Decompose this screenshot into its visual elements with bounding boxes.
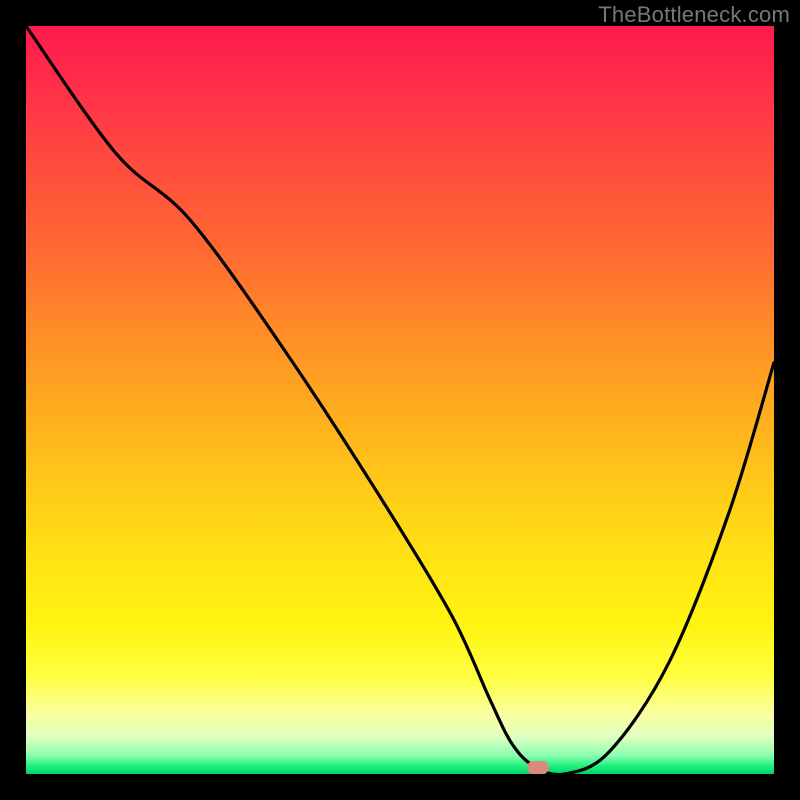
curve-path [26,26,774,775]
watermark-text: TheBottleneck.com [598,2,790,28]
optimum-marker [527,761,549,774]
chart-frame: TheBottleneck.com [0,0,800,800]
bottleneck-curve [26,26,774,774]
plot-area [26,26,774,774]
